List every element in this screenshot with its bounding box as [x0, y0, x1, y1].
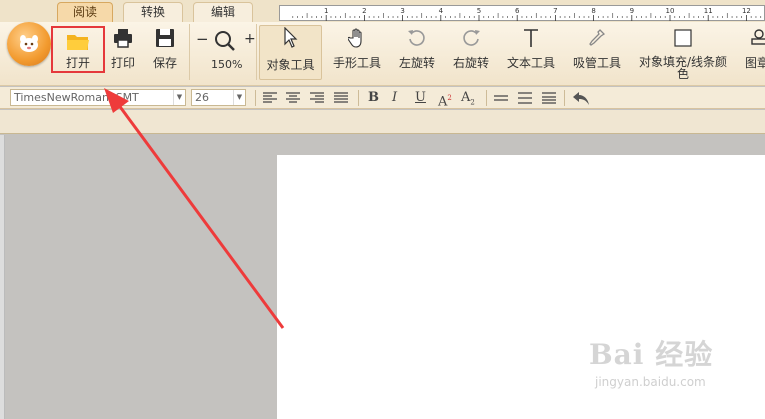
annotation-arrow [104, 88, 285, 329]
